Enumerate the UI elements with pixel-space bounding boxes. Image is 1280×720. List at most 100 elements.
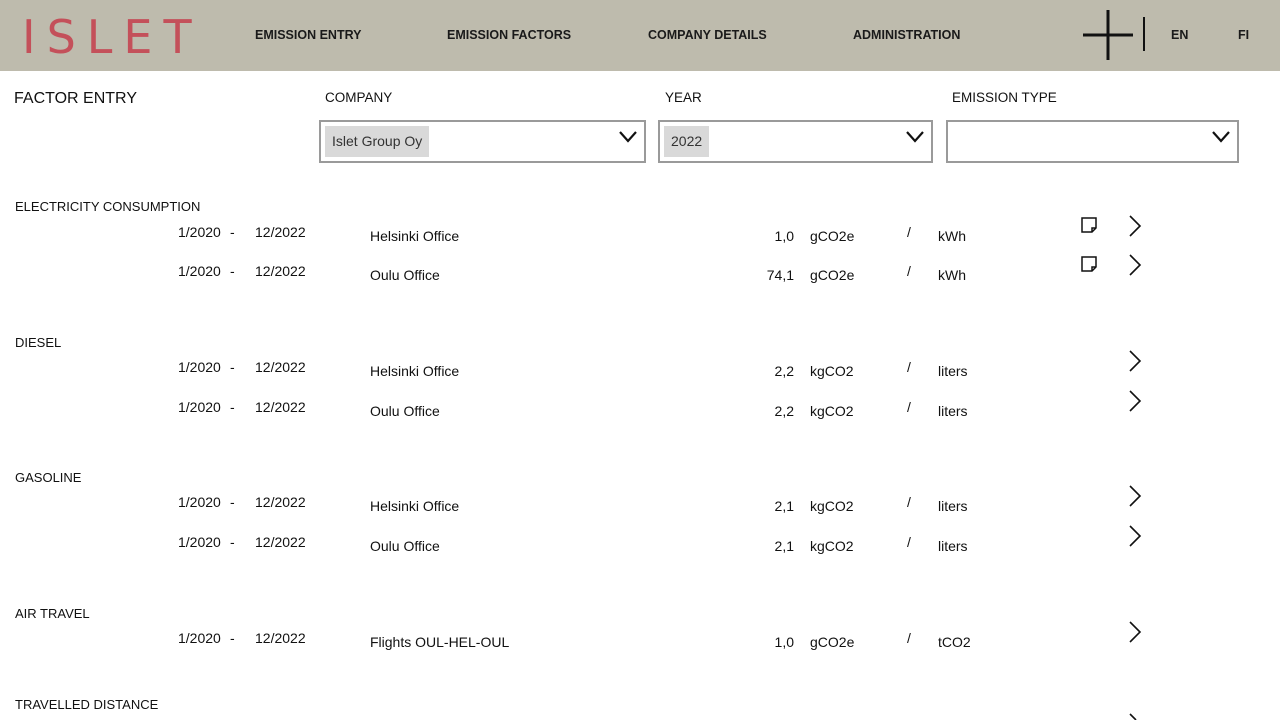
factor-row: 1/2020 - 12/2022 Helsinki Office 2,2 kgC… <box>0 350 1280 387</box>
factor-unit: gCO2e <box>810 634 855 650</box>
section-diesel: DIESEL <box>15 335 62 350</box>
year-selected-value: 2022 <box>664 126 710 157</box>
end-date: 12/2022 <box>255 630 306 646</box>
start-date: 1/2020 <box>178 534 221 550</box>
per-slash: / <box>907 359 911 375</box>
location: Oulu Office <box>370 538 440 554</box>
nav-administration[interactable]: ADMINISTRATION <box>853 28 960 42</box>
lang-en-link[interactable]: EN <box>1171 28 1188 42</box>
per-slash: / <box>907 263 911 279</box>
chevron-right-icon[interactable] <box>1127 349 1143 373</box>
chevron-right-icon[interactable] <box>1127 389 1143 413</box>
start-date: 1/2020 <box>178 630 221 646</box>
note-icon[interactable] <box>1080 255 1098 273</box>
range-dash: - <box>230 399 235 415</box>
end-date: 12/2022 <box>255 494 306 510</box>
per-slash: / <box>907 534 911 550</box>
start-date: 1/2020 <box>178 263 221 279</box>
chevron-down-icon <box>1212 131 1230 143</box>
per-unit: liters <box>938 363 968 379</box>
start-date: 1/2020 <box>178 399 221 415</box>
factor-value: 1,0 <box>774 228 794 244</box>
company-label: COMPANY <box>325 90 393 105</box>
per-unit: liters <box>938 538 968 554</box>
factor-row: 1/2020 - 12/2022 Oulu Office 2,2 kgCO2 /… <box>0 390 1280 427</box>
factor-value: 2,2 <box>774 403 794 419</box>
location: Flights OUL-HEL-OUL <box>370 634 510 650</box>
range-dash: - <box>230 359 235 375</box>
factor-unit: kgCO2 <box>810 498 854 514</box>
factor-unit: kgCO2 <box>810 538 854 554</box>
chevron-right-icon[interactable] <box>1127 214 1143 238</box>
factor-row: 1/2020 - 12/2022 Oulu Office 2,1 kgCO2 /… <box>0 525 1280 562</box>
nav-emission-entry[interactable]: EMISSION ENTRY <box>255 28 362 42</box>
emission-type-label: EMISSION TYPE <box>952 90 1057 105</box>
per-slash: / <box>907 399 911 415</box>
factor-row: 1/2020 - 12/2022 Helsinki Office 1,0 gCO… <box>0 215 1280 252</box>
factor-unit: gCO2e <box>810 228 855 244</box>
end-date: 12/2022 <box>255 263 306 279</box>
factor-row: 1/2020 - 12/2022 Oulu Office 74,1 gCO2e … <box>0 254 1280 291</box>
end-date: 12/2022 <box>255 224 306 240</box>
range-dash: - <box>230 630 235 646</box>
factor-value: 1,0 <box>774 634 794 650</box>
factor-row: 1/2020 - 12/2022 Flights OUL-HEL-OUL 1,0… <box>0 621 1280 658</box>
chevron-right-icon[interactable] <box>1127 712 1143 720</box>
factor-unit: kgCO2 <box>810 363 854 379</box>
per-unit: kWh <box>938 228 966 244</box>
factor-unit: kgCO2 <box>810 403 854 419</box>
company-select[interactable]: Islet Group Oy <box>319 120 646 163</box>
location: Oulu Office <box>370 267 440 283</box>
start-date: 1/2020 <box>178 359 221 375</box>
chevron-down-icon <box>906 131 924 143</box>
per-unit: liters <box>938 498 968 514</box>
location: Helsinki Office <box>370 363 460 379</box>
chevron-right-icon[interactable] <box>1127 524 1143 548</box>
lang-fi-link[interactable]: FI <box>1238 28 1249 42</box>
per-slash: / <box>907 630 911 646</box>
section-electricity-consumption: ELECTRICITY CONSUMPTION <box>15 199 201 214</box>
per-slash: / <box>907 494 911 510</box>
nav-company-details[interactable]: COMPANY DETAILS <box>648 28 767 42</box>
factor-row: 1/2020 - 12/2022 Helsinki Office 2,1 kgC… <box>0 485 1280 522</box>
year-select[interactable]: 2022 <box>658 120 933 163</box>
end-date: 12/2022 <box>255 399 306 415</box>
factor-value: 74,1 <box>766 267 794 283</box>
chevron-down-icon <box>619 131 637 143</box>
header-divider <box>1143 17 1145 51</box>
range-dash: - <box>230 534 235 550</box>
per-unit: tCO2 <box>938 634 971 650</box>
start-date: 1/2020 <box>178 494 221 510</box>
location: Helsinki Office <box>370 228 460 244</box>
section-travelled-distance: TRAVELLED DISTANCE <box>15 697 159 712</box>
location: Helsinki Office <box>370 498 460 514</box>
range-dash: - <box>230 494 235 510</box>
emission-type-select[interactable] <box>946 120 1239 163</box>
end-date: 12/2022 <box>255 359 306 375</box>
company-selected-value: Islet Group Oy <box>325 126 430 157</box>
nav-emission-factors[interactable]: EMISSION FACTORS <box>447 28 571 42</box>
page-title: FACTOR ENTRY <box>14 90 137 107</box>
note-icon[interactable] <box>1080 216 1098 234</box>
chevron-right-icon[interactable] <box>1127 253 1143 277</box>
section-air-travel: AIR TRAVEL <box>15 606 90 621</box>
per-unit: liters <box>938 403 968 419</box>
top-bar: ISLET EMISSION ENTRY EMISSION FACTORS CO… <box>0 0 1280 71</box>
islet-logo[interactable]: ISLET <box>22 12 203 62</box>
location: Oulu Office <box>370 403 440 419</box>
plus-icon[interactable] <box>1083 10 1133 60</box>
range-dash: - <box>230 263 235 279</box>
range-dash: - <box>230 224 235 240</box>
factor-unit: gCO2e <box>810 267 855 283</box>
per-unit: kWh <box>938 267 966 283</box>
year-label: YEAR <box>665 90 702 105</box>
per-slash: / <box>907 224 911 240</box>
section-gasoline: GASOLINE <box>15 470 82 485</box>
factor-value: 2,2 <box>774 363 794 379</box>
factor-value: 2,1 <box>774 498 794 514</box>
factor-value: 2,1 <box>774 538 794 554</box>
start-date: 1/2020 <box>178 224 221 240</box>
end-date: 12/2022 <box>255 534 306 550</box>
chevron-right-icon[interactable] <box>1127 620 1143 644</box>
chevron-right-icon[interactable] <box>1127 484 1143 508</box>
